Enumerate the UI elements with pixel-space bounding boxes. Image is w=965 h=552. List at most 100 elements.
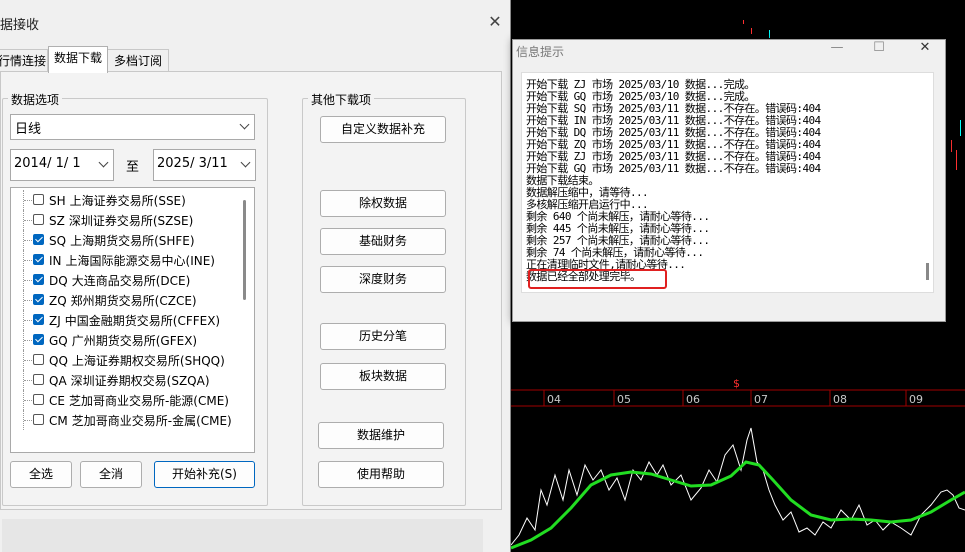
minimize-icon[interactable]: — [827,40,847,55]
tree-connector [23,370,32,390]
chevron-down-icon [98,157,109,168]
market-name: 芝加哥商业交易所-能源(CME) [68,394,229,408]
market-name: 郑州期货交易所(CZCE) [70,294,197,308]
end-date-picker[interactable]: 2025/ 3/11 [153,149,256,181]
deep-finance-button[interactable]: 深度财务 [320,266,446,293]
status-area [2,519,483,552]
start-date-value: 2014/ 1/ 1 [14,156,81,171]
market-item-gq[interactable]: GQ 广州期货交易所(GFEX) [11,330,239,350]
market-code: SZ [49,214,65,228]
market-label: ZJ 中国金融期货交易所(CFFEX) [49,312,220,329]
data-receive-dialog: 据接收 ✕ 行情连接 数据下载 多档订阅 数据选项 日线 2014/ 1/ 1 … [0,0,511,552]
month-label: 04 [547,393,561,406]
month-label: 07 [754,393,768,406]
info-window: 信息提示 — ☐ ✕ 开始下载 ZJ 市场 2025/03/10 数据...完成… [512,39,946,322]
market-label: CM 芝加哥商业交易所-金属(CME) [49,412,232,429]
market-checkbox[interactable] [33,214,44,225]
tree-connector [23,310,32,330]
market-name: 上海证券期权交易所(SHQQ) [71,354,225,368]
market-checkbox[interactable] [33,394,44,405]
market-item-zq[interactable]: ZQ 郑州期货交易所(CZCE) [11,290,239,310]
market-item-qq[interactable]: QQ 上海证券期权交易所(SHQQ) [11,350,239,370]
market-checkbox[interactable] [33,274,44,285]
market-label: CE 芝加哥商业交易所-能源(CME) [49,392,229,409]
market-item-in[interactable]: IN 上海国际能源交易中心(INE) [11,250,239,270]
market-checkbox[interactable] [33,354,44,365]
help-button[interactable]: 使用帮助 [318,461,444,488]
market-item-sz[interactable]: SZ 深圳证券交易所(SZSE) [11,210,239,230]
period-select[interactable]: 日线 [10,114,255,140]
close-icon[interactable]: ✕ [486,12,504,31]
market-code: CE [49,394,65,408]
period-select-value: 日线 [15,122,42,137]
custom-supplement-button[interactable]: 自定义数据补充 [320,116,446,143]
market-name: 上海证券交易所(SSE) [69,194,186,208]
market-name: 深圳证券期权交易(SZQA) [70,374,210,388]
start-date-picker[interactable]: 2014/ 1/ 1 [10,149,114,181]
tab-quote-connection[interactable]: 行情连接 [0,49,48,72]
market-code: SQ [49,234,67,248]
maximize-icon[interactable]: ☐ [869,40,889,55]
basic-finance-button[interactable]: 基础财务 [320,228,446,255]
list-scrollbar[interactable] [243,200,246,300]
other-downloads-label: 其他下载项 [308,91,375,108]
data-maintenance-button[interactable]: 数据维护 [318,422,444,449]
market-name: 上海国际能源交易中心(INE) [65,254,215,268]
market-checkbox[interactable] [33,234,44,245]
log-output: 开始下载 ZJ 市场 2025/03/10 数据...完成。 开始下载 GQ 市场… [521,72,934,293]
market-checkbox[interactable] [33,194,44,205]
market-name: 中国金融期货交易所(CFFEX) [64,314,221,328]
market-item-qa[interactable]: QA 深圳证券期权交易(SZQA) [11,370,239,390]
market-code: QQ [49,354,68,368]
market-checkbox[interactable] [33,374,44,385]
market-checkbox[interactable] [33,414,44,425]
market-item-zj[interactable]: ZJ 中国金融期货交易所(CFFEX) [11,310,239,330]
log-scrollbar[interactable] [926,263,929,280]
market-label: GQ 广州期货交易所(GFEX) [49,332,197,349]
deselect-all-button[interactable]: 全消 [80,461,142,488]
market-item-sh[interactable]: SH 上海证券交易所(SSE) [11,190,239,210]
moving-average-line [511,460,965,550]
signal-marker: $ [733,377,740,390]
market-label: SZ 深圳证券交易所(SZSE) [49,212,193,229]
market-name: 广州期货交易所(GFEX) [71,334,198,348]
market-code: ZQ [49,294,67,308]
tick-history-button[interactable]: 历史分笔 [320,323,446,350]
ex-rights-button[interactable]: 除权数据 [320,190,446,217]
market-code: DQ [49,274,68,288]
market-item-dq[interactable]: DQ 大连商品交易所(DCE) [11,270,239,290]
market-label: ZQ 郑州期货交易所(CZCE) [49,292,197,309]
close-icon[interactable]: ✕ [915,40,935,55]
tab-panel: 数据选项 日线 2014/ 1/ 1 至 2025/ 3/11 SH 上海证券交易… [0,71,502,510]
select-all-button[interactable]: 全选 [10,461,72,488]
tree-connector [23,350,32,370]
tree-connector [23,270,32,290]
tree-connector [23,410,32,430]
tab-data-download[interactable]: 数据下载 [48,46,108,73]
sector-data-button[interactable]: 板块数据 [320,363,446,390]
tree-connector [23,330,32,350]
start-supplement-button[interactable]: 开始补充(S) [154,461,255,488]
chevron-down-icon [240,157,251,168]
market-checkbox[interactable] [33,334,44,345]
candle-wick [743,20,744,24]
tree-connector [23,230,32,250]
market-code: GQ [49,334,68,348]
market-item-ce[interactable]: CE 芝加哥商业交易所-能源(CME) [11,390,239,410]
market-label: QQ 上海证券期权交易所(SHQQ) [49,352,225,369]
tab-multi-level-subscribe[interactable]: 多档订阅 [107,49,169,72]
market-code: QA [49,374,67,388]
market-checkbox[interactable] [33,294,44,305]
tree-connector [23,390,32,410]
chevron-down-icon [239,119,250,130]
market-item-cm[interactable]: CM 芝加哥商业交易所-金属(CME) [11,410,239,430]
market-checkbox[interactable] [33,314,44,325]
candle-wick [751,28,752,34]
month-axis: 04 05 06 07 08 09 [543,390,923,406]
data-options-label: 数据选项 [8,91,63,108]
month-label: 08 [833,393,847,406]
market-checkbox[interactable] [33,254,44,265]
market-name: 深圳证券交易所(SZSE) [68,214,194,228]
market-item-sq[interactable]: SQ 上海期货交易所(SHFE) [11,230,239,250]
candle-wick [960,120,961,136]
